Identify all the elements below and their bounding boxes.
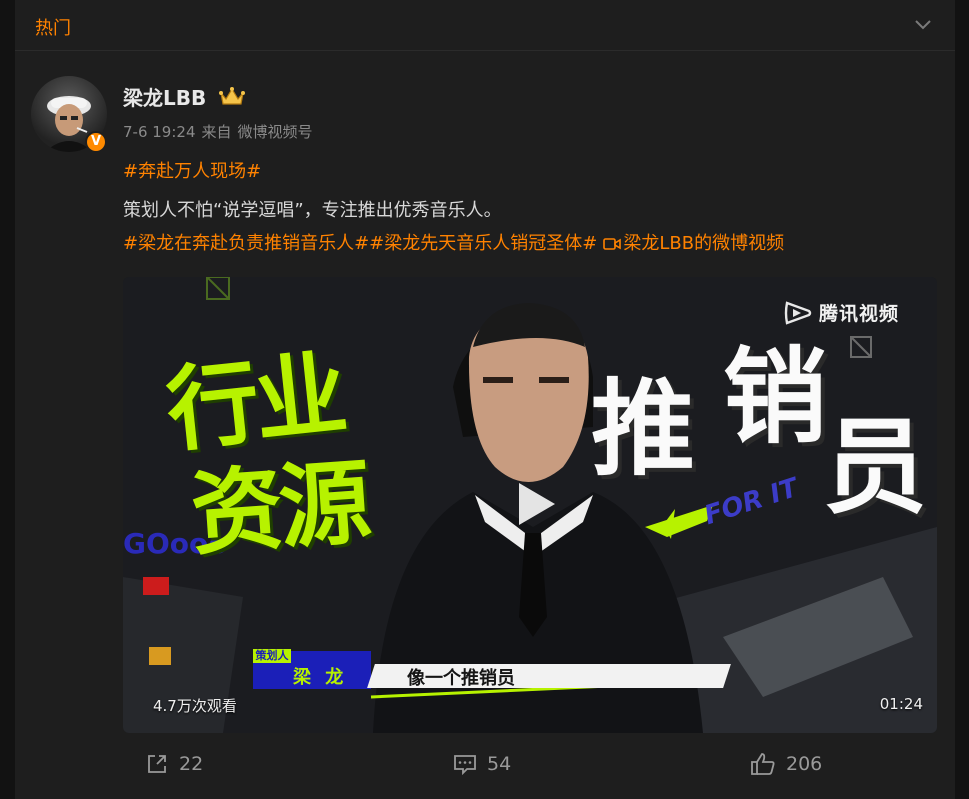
repost-button[interactable]: 22 [145,752,203,776]
view-count: 4.7万次观看 [153,697,237,715]
tencent-watermark: 腾讯视频 [783,299,899,326]
watermark-text: 腾讯视频 [819,303,900,325]
crown-icon[interactable] [218,85,246,107]
person-name: 梁 龙 [293,667,348,688]
thumbs-up-icon [751,753,775,775]
overlay-text: 行业 [161,340,349,465]
overlay-text: 资源 [187,448,371,569]
like-button[interactable]: 206 [750,752,822,776]
post-tags-line: #梁龙在奔赴负责推销音乐人##梁龙先天音乐人销冠圣体# 梁龙LBB的微博视频 [123,230,784,258]
topic-link[interactable]: #奔赴万人现场# [123,161,261,182]
overlay-text: 员 [823,406,928,528]
author-name[interactable]: 梁龙LBB [123,82,206,111]
post-time[interactable]: 7-6 19:24 [123,123,196,141]
comment-icon [454,755,476,776]
feed-header: 热门 [15,0,955,51]
feed-title[interactable]: 热门 [35,14,71,40]
like-count: 206 [786,753,823,775]
tencent-video-logo-icon [784,300,812,325]
topic-link[interactable]: #梁龙在奔赴负责推销音乐人# [123,233,369,254]
video-player[interactable]: GOooo 行业 资源 推 销 员 FOR IT 腾讯视频 策划人 梁 龙 像一… [123,277,937,733]
play-icon[interactable] [505,475,563,533]
share-icon [148,755,166,773]
post-body: 策划人不怕“说学逗唱”，专注推出优秀音乐人。 [123,200,502,221]
post-meta: 7-6 19:24 来自 微博视频号 [123,121,319,142]
video-link-label: 梁龙LBB的微博视频 [623,233,785,254]
post-source[interactable]: 微博视频号 [238,123,313,141]
weibo-card: 热门 V 梁龙LBB 7-6 19:24 来自 微博视频号 #奔赴万人现场# 策划人… [15,0,955,799]
comment-button[interactable]: 54 [453,752,511,776]
role-tag: 策划人 [253,649,291,663]
comment-count: 54 [487,753,512,775]
repost-count: 22 [179,753,204,775]
verified-badge: V [85,131,107,153]
video-duration: 01:24 [879,695,923,713]
subtitle-text: 像一个推销员 [407,668,515,689]
from-label: 来自 [201,123,232,141]
overlay-text: 推 [591,368,696,490]
video-link[interactable]: 梁龙LBB的微博视频 [597,233,784,254]
chevron-down-icon[interactable] [913,16,933,32]
topic-link[interactable]: #梁龙先天音乐人销冠圣体# [369,233,597,254]
video-camera-icon [603,238,622,250]
post-topic-line: #奔赴万人现场# [123,158,261,186]
overlay-text: 销 [723,336,828,458]
